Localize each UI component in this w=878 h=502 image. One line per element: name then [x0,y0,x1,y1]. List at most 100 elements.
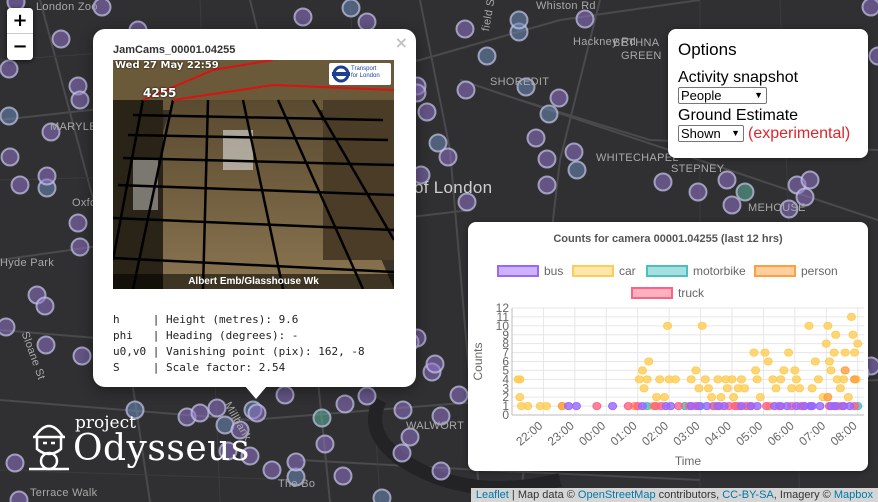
camera-marker[interactable] [575,9,595,29]
map-label: WALWORT [406,420,465,432]
camera-marker[interactable] [37,166,57,186]
camera-marker[interactable] [51,29,71,49]
camera-marker[interactable] [438,147,458,167]
camera-marker[interactable] [333,466,353,486]
camera-marker[interactable] [341,0,361,18]
camera-marker[interactable] [335,394,355,414]
point-bus [736,402,746,411]
camera-marker[interactable] [190,403,210,423]
point-car [760,348,770,357]
camera-marker[interactable] [564,142,584,162]
point-car [652,393,662,402]
camera-marker[interactable] [735,182,755,202]
point-car [839,375,849,384]
point-car [637,366,647,375]
camera-marker[interactable] [393,400,413,420]
camera-caption: Albert Emb/Glasshouse Wk [113,274,394,289]
camera-marker[interactable] [70,90,90,110]
camera-marker[interactable] [68,213,88,233]
camera-marker[interactable] [567,160,587,180]
camera-marker[interactable] [688,182,708,202]
camera-marker[interactable] [72,346,92,366]
camera-marker[interactable] [653,172,673,192]
options-panel: Options Activity snapshot People ▼ Groun… [668,29,868,158]
chevron-down-icon: ▼ [731,128,740,138]
point-person [823,393,833,402]
point-car [670,375,680,384]
camera-params: h | Height (metres): 9.6 phi | Heading (d… [113,312,365,376]
camera-marker[interactable] [36,335,56,355]
camera-marker[interactable] [800,170,820,190]
camera-marker[interactable] [455,19,475,39]
camera-marker[interactable] [0,59,19,79]
y-axis-label: Counts [471,342,485,380]
point-car [831,330,841,339]
point-car [835,384,845,393]
license-link[interactable]: CC-BY-SA [722,489,774,501]
y-tick-label: 12 [496,301,510,315]
point-bus [807,402,817,411]
camera-marker[interactable] [868,46,878,66]
map-attribution: Leaflet | Map data © OpenStreetMap contr… [470,488,878,502]
ground-select[interactable]: Shown ▼ [678,125,744,142]
camera-marker[interactable] [456,80,476,100]
camera-marker[interactable] [372,488,392,502]
camera-marker[interactable] [425,354,445,374]
zoom-out-button[interactable]: − [7,34,33,60]
point-car [823,321,833,330]
point-bus [702,402,712,411]
camera-marker[interactable] [477,46,497,66]
camera-marker[interactable] [526,128,546,148]
camera-marker[interactable] [5,453,25,473]
camera-marker[interactable] [275,385,295,405]
mapbox-link[interactable]: Mapbox [834,489,873,501]
camera-marker[interactable] [293,7,313,27]
osm-link[interactable]: OpenStreetMap [578,489,656,501]
camera-marker[interactable] [392,443,412,463]
camera-marker[interactable] [722,195,742,215]
point-car [700,375,710,384]
camera-marker[interactable] [10,175,30,195]
point-car [807,384,817,393]
point-car [804,321,814,330]
camera-marker[interactable] [357,12,377,32]
point-bus [752,402,762,411]
camera-marker[interactable] [537,175,557,195]
x-tick-label: 04:00 [702,418,734,448]
x-tick-label: 02:00 [639,418,671,448]
close-icon[interactable]: × [395,33,408,52]
camera-marker[interactable] [861,0,878,17]
camera-marker[interactable] [539,104,559,124]
point-car [850,348,860,357]
counts-chart-panel: Counts for camera 00001.04255 (last 12 h… [468,222,868,471]
tfl-line1: Transport [351,66,377,72]
point-car [659,393,669,402]
camera-marker[interactable] [70,237,90,257]
camera-marker[interactable] [315,434,335,454]
camera-marker[interactable] [449,385,469,405]
camera-marker[interactable] [9,490,29,502]
zoom-in-button[interactable]: + [7,8,33,34]
camera-marker[interactable] [312,408,332,428]
point-car [784,348,794,357]
point-bus [694,402,704,411]
point-car [752,375,762,384]
camera-marker[interactable] [417,102,437,122]
activity-select[interactable]: People ▼ [678,87,767,104]
point-car [751,366,761,375]
leaflet-link[interactable]: Leaflet [476,489,509,501]
camera-popup: × JamCams_00001.04255 Wed 27 May 22:59 4… [93,29,416,387]
camera-marker[interactable] [262,460,282,480]
camera-marker[interactable] [431,461,451,481]
point-car [824,357,834,366]
camera-marker[interactable] [0,106,19,126]
camera-marker[interactable] [35,296,55,316]
camera-marker[interactable] [537,149,557,169]
camera-marker[interactable] [549,88,569,108]
camera-marker[interactable] [247,403,267,423]
camera-marker[interactable] [357,386,377,406]
camera-marker[interactable] [0,147,20,167]
camera-marker[interactable] [0,317,16,337]
camera-marker[interactable] [509,10,529,30]
camera-marker[interactable] [286,452,306,472]
